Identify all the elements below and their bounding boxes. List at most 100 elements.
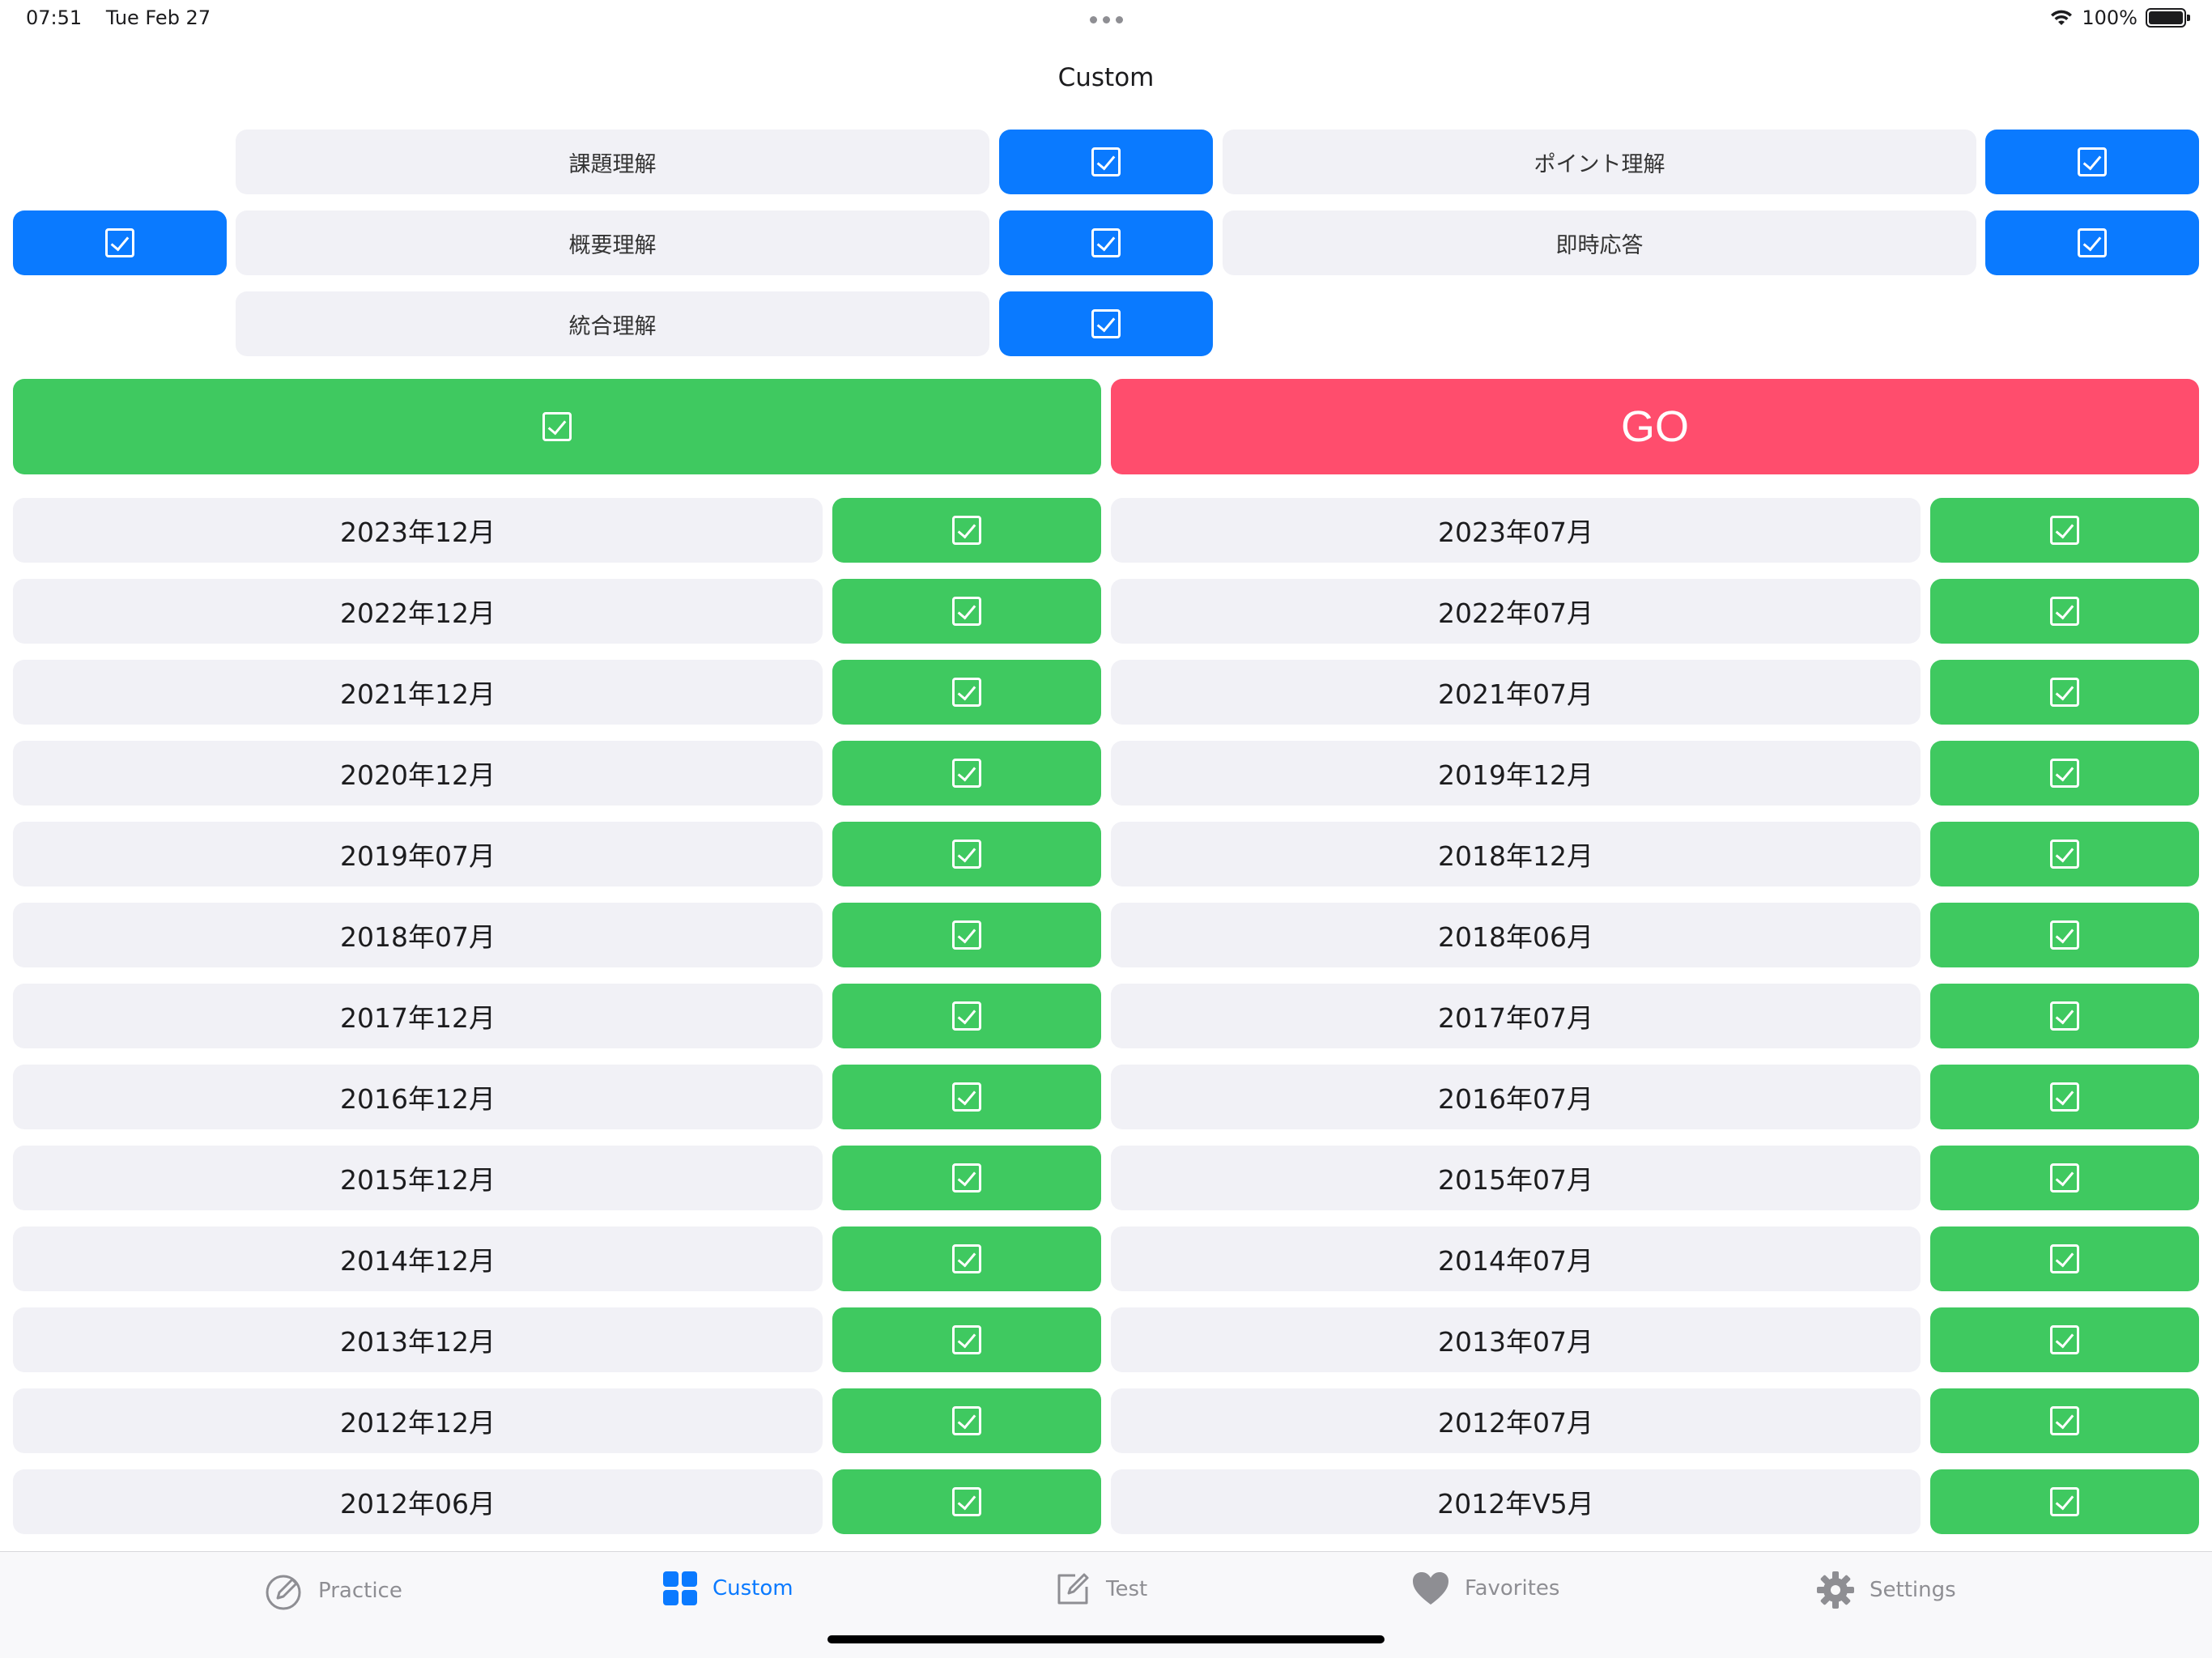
category-toggle-button[interactable]	[999, 210, 1213, 275]
category-toggle-button[interactable]	[999, 291, 1213, 356]
tab-label: Test	[1106, 1577, 1148, 1601]
category-label: 統合理解	[236, 291, 989, 356]
year-label: 2017年12月	[13, 984, 823, 1048]
year-toggle-button[interactable]	[832, 1146, 1101, 1210]
checkbox-checked-icon	[2050, 1244, 2079, 1273]
year-toggle-button[interactable]	[832, 1226, 1101, 1291]
category-label: 概要理解	[236, 210, 989, 275]
checkbox-checked-icon	[952, 759, 981, 788]
year-toggle-button[interactable]	[1930, 903, 2199, 967]
year-toggle-button[interactable]	[832, 1388, 1101, 1453]
year-label: 2018年06月	[1111, 903, 1921, 967]
year-label: 2016年07月	[1111, 1065, 1921, 1129]
select-all-years-button[interactable]	[13, 379, 1101, 474]
year-toggle-button[interactable]	[832, 741, 1101, 806]
checkbox-checked-icon	[952, 1406, 981, 1435]
checkbox-checked-icon	[1091, 228, 1121, 257]
year-toggle-button[interactable]	[1930, 822, 2199, 886]
battery-icon	[2146, 8, 2190, 28]
year-label: 2022年07月	[1111, 579, 1921, 644]
year-label: 2021年07月	[1111, 660, 1921, 725]
checkbox-checked-icon	[952, 840, 981, 869]
checkbox-checked-icon	[2050, 840, 2079, 869]
year-toggle-button[interactable]	[1930, 660, 2199, 725]
go-button[interactable]: GO	[1111, 379, 2199, 474]
year-label: 2012年07月	[1111, 1388, 1921, 1453]
checkbox-checked-icon	[1091, 147, 1121, 176]
year-label: 2012年12月	[13, 1388, 823, 1453]
category-toggle-button[interactable]	[999, 130, 1213, 194]
checkbox-checked-icon	[952, 678, 981, 707]
category-label: 即時応答	[1223, 210, 1976, 275]
checkbox-checked-icon	[2050, 1406, 2079, 1435]
tab-custom[interactable]: Custom	[662, 1571, 793, 1606]
status-date: Tue Feb 27	[105, 6, 211, 29]
year-toggle-button[interactable]	[832, 984, 1101, 1048]
status-time: 07:51	[26, 6, 83, 29]
year-label: 2023年07月	[1111, 498, 1921, 563]
checkbox-checked-icon	[2050, 516, 2079, 545]
year-toggle-button[interactable]	[832, 1065, 1101, 1129]
year-label: 2015年12月	[13, 1146, 823, 1210]
year-toggle-button[interactable]	[1930, 579, 2199, 644]
tab-favorites[interactable]: Favorites	[1411, 1571, 1559, 1606]
checkbox-checked-icon	[952, 1082, 981, 1112]
year-toggle-button[interactable]	[1930, 1065, 2199, 1129]
year-label: 2014年07月	[1111, 1226, 1921, 1291]
checkbox-checked-icon	[2050, 678, 2079, 707]
year-label: 2016年12月	[13, 1065, 823, 1129]
category-label: 課題理解	[236, 130, 989, 194]
wifi-icon	[2051, 10, 2073, 25]
checkbox-checked-icon	[952, 1001, 981, 1031]
page-title: Custom	[1057, 63, 1155, 92]
category-label: ポイント理解	[1223, 130, 1976, 194]
tab-test[interactable]: Test	[1054, 1571, 1147, 1608]
year-label: 2013年07月	[1111, 1307, 1921, 1372]
year-toggle-button[interactable]	[1930, 1388, 2199, 1453]
year-toggle-button[interactable]	[832, 1469, 1101, 1534]
year-label: 2022年12月	[13, 579, 823, 644]
year-toggle-button[interactable]	[1930, 1307, 2199, 1372]
checkbox-checked-icon	[1091, 309, 1121, 338]
status-bar-right: 100%	[2049, 6, 2190, 29]
year-toggle-button[interactable]	[1930, 984, 2199, 1048]
select-all-categories-button[interactable]	[13, 210, 227, 275]
category-toggle-button[interactable]	[1985, 210, 2199, 275]
year-toggle-button[interactable]	[832, 660, 1101, 725]
tab-label: Custom	[713, 1576, 793, 1601]
gear-icon	[1817, 1571, 1854, 1609]
tab-settings[interactable]: Settings	[1816, 1571, 1956, 1609]
year-toggle-button[interactable]	[1930, 1146, 2199, 1210]
year-toggle-button[interactable]	[832, 498, 1101, 563]
year-label: 2012年06月	[13, 1469, 823, 1534]
year-label: 2019年12月	[1111, 741, 1921, 806]
tab-practice[interactable]: Practice	[263, 1571, 402, 1611]
tab-label: Favorites	[1465, 1576, 1560, 1601]
checkbox-checked-icon	[2050, 1325, 2079, 1354]
year-label: 2015年07月	[1111, 1146, 1921, 1210]
checkbox-checked-icon	[2050, 1001, 2079, 1031]
edit-square-icon	[1057, 1573, 1089, 1605]
year-toggle-button[interactable]	[832, 903, 1101, 967]
year-toggle-button[interactable]	[1930, 1226, 2199, 1291]
checkbox-checked-icon	[952, 1487, 981, 1516]
checkbox-checked-icon	[952, 1244, 981, 1273]
year-label: 2023年12月	[13, 498, 823, 563]
year-toggle-button[interactable]	[832, 579, 1101, 644]
year-toggle-button[interactable]	[1930, 741, 2199, 806]
year-toggle-button[interactable]	[832, 1307, 1101, 1372]
checkbox-checked-icon	[2050, 759, 2079, 788]
category-toggle-button[interactable]	[1985, 130, 2199, 194]
checkbox-checked-icon	[952, 597, 981, 626]
home-indicator	[827, 1635, 1385, 1643]
checkbox-checked-icon	[952, 1163, 981, 1192]
multitasking-dots-icon[interactable]	[1088, 11, 1124, 28]
checkbox-checked-icon	[2050, 1163, 2079, 1192]
year-toggle-button[interactable]	[1930, 1469, 2199, 1534]
year-label: 2014年12月	[13, 1226, 823, 1291]
year-toggle-button[interactable]	[1930, 498, 2199, 563]
checkbox-checked-icon	[952, 516, 981, 545]
checkbox-checked-icon	[952, 1325, 981, 1354]
year-toggle-button[interactable]	[832, 822, 1101, 886]
year-label: 2013年12月	[13, 1307, 823, 1372]
